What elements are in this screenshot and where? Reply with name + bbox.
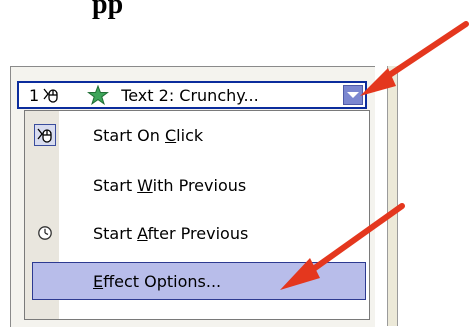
menu-item-label: Start With Previous [93, 175, 247, 195]
mouse-click-icon [42, 86, 60, 104]
menu-item-label: Start After Previous [93, 223, 249, 243]
entrance-effect-star-icon [87, 85, 110, 105]
annotation-arrow-icon [280, 203, 405, 290]
animation-order: 1 [29, 85, 40, 105]
animation-item-label: Text 2: Crunchy... [121, 85, 259, 105]
page-heading: pp [92, 0, 124, 20]
annotation-arrow-icon [360, 21, 469, 96]
menu-item-label: Start On Click [93, 125, 204, 145]
menu-item-label: Effect Options... [93, 271, 222, 291]
menu-item-start-on-click[interactable]: Start On Click [25, 115, 369, 155]
menu-item-start-with-previous[interactable]: Start With Previous [25, 165, 369, 205]
animation-list-item[interactable]: 1 Text 2: Crunchy... [17, 81, 367, 109]
mouse-click-icon [34, 124, 56, 146]
clock-icon [34, 222, 56, 244]
